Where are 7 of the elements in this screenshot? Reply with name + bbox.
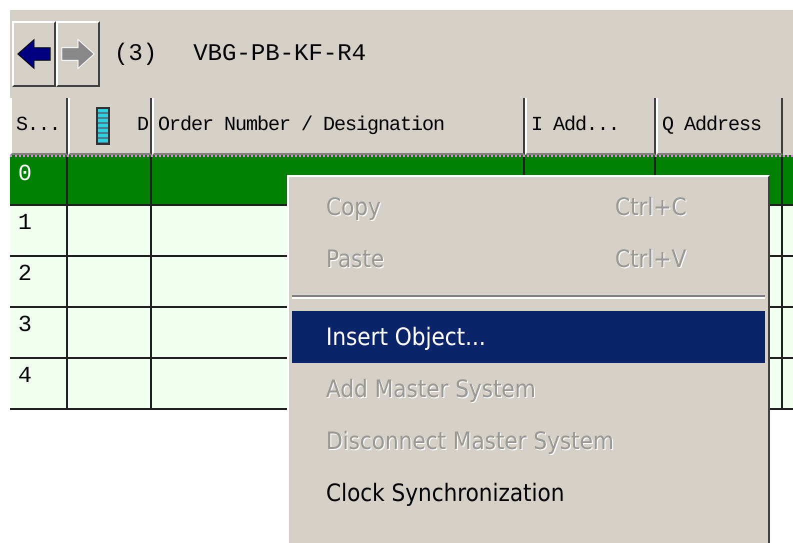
slot-number: 3 [18,312,32,338]
station-name: VBG-PB-KF-R4 [193,40,366,68]
slot-number: 2 [18,261,32,287]
slot-number: 4 [18,363,32,389]
station-number: (3) [114,40,158,68]
slot-number: 1 [18,210,32,236]
slot-number: 0 [18,161,32,187]
